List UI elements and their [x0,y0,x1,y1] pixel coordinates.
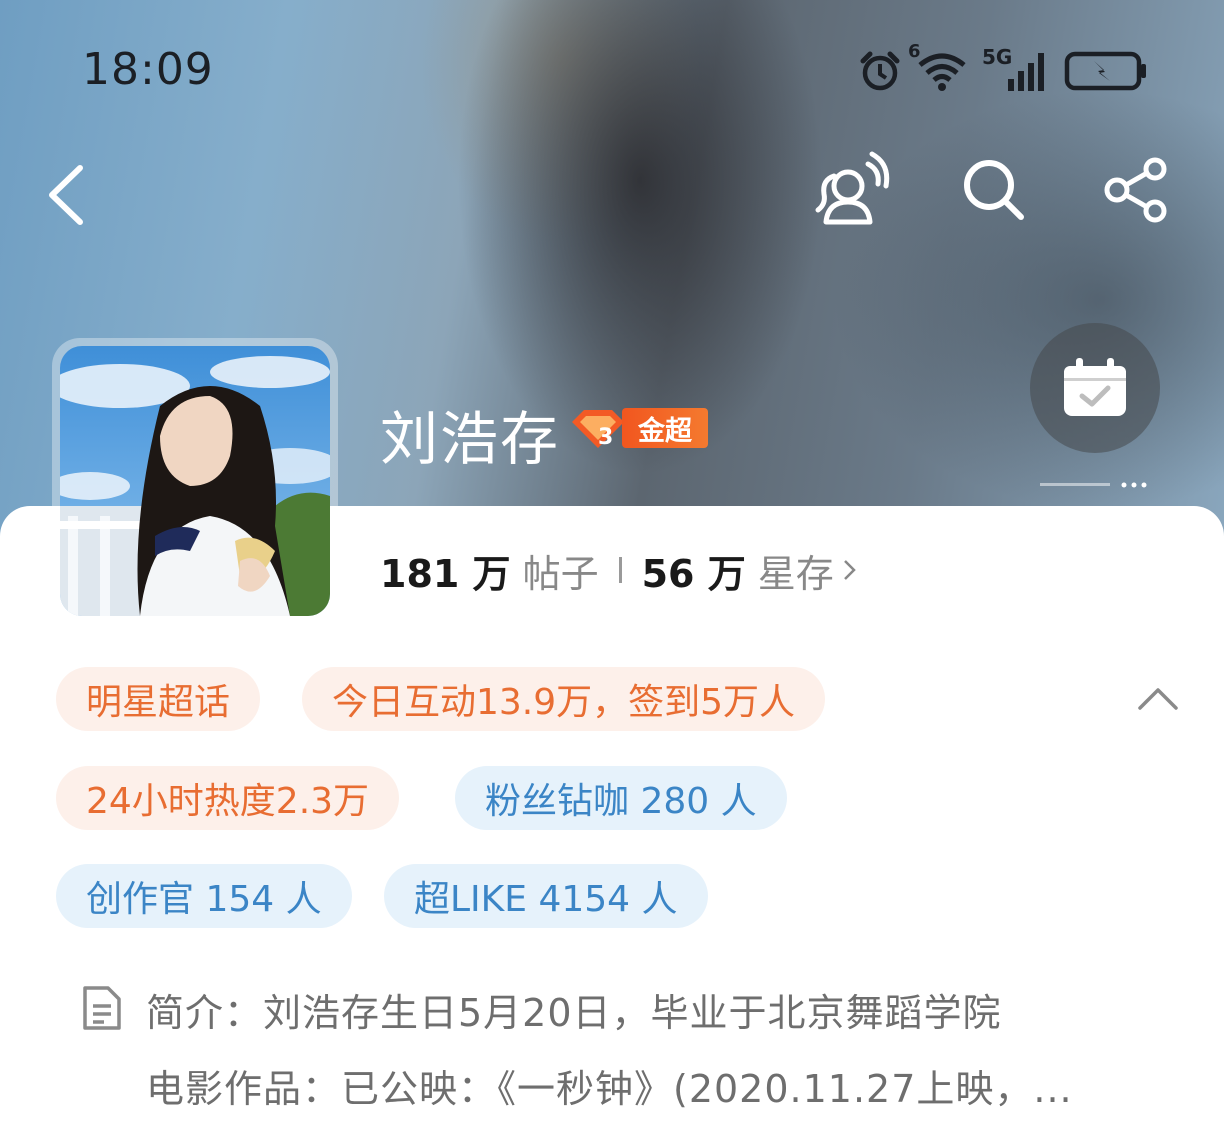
more-indicator-icon [1040,482,1147,488]
avatar-image [60,346,330,616]
tag-fan-diamond[interactable]: 粉丝钻咖 280 人 [455,766,787,830]
checkin-button[interactable] [1030,323,1160,453]
battery-charging-icon [1064,49,1148,93]
badge-label: 金超 [622,408,708,448]
wifi-label: 6 [908,41,921,62]
fans-button[interactable] [814,150,890,230]
topic-stats[interactable]: 181 万 帖子 56 万 星存 [380,545,860,596]
tag-creator[interactable]: 创作官 154 人 [56,864,352,928]
topic-title: 刘浩存 [380,405,561,473]
tag-star-topic[interactable]: 明星超话 [56,667,261,731]
chevron-right-icon [843,560,856,580]
intro-line-1: 简介：刘浩存生日5月20日，毕业于北京舞蹈学院 [146,991,1002,1035]
diamond-icon: 3 [572,410,624,450]
fans-icon [815,151,890,225]
tag-daily-interaction[interactable]: 今日互动13.9万，签到5万人 [302,667,826,731]
posts-count: 181 万 [380,551,511,596]
network-label: 5G [982,45,1013,69]
topic-avatar[interactable] [52,338,338,624]
share-icon [1104,157,1167,223]
document-icon [83,986,121,1030]
wifi-icon: 6 [908,41,970,93]
back-icon [49,165,83,225]
status-time: 18:09 [82,44,214,95]
stats-divider [618,557,622,583]
fans-label: 星存 [757,551,834,596]
tag-super-like[interactable]: 超LIKE 4154 人 [384,864,708,928]
tag-24h-heat[interactable]: 24小时热度2.3万 [56,766,400,830]
badge-level: 3 [598,425,613,450]
back-button[interactable] [38,160,98,230]
share-button[interactable] [1098,150,1174,230]
super-topic-badge[interactable]: 3 金超 [568,404,710,452]
chevron-up-icon[interactable] [1134,680,1182,716]
calendar-check-icon [1064,358,1126,416]
status-icons: 6 5G [858,41,1148,96]
nav-actions [814,150,1174,230]
posts-label: 帖子 [522,551,599,596]
signal-5g-icon: 5G [982,45,1052,93]
search-button[interactable] [956,150,1032,230]
search-icon [964,160,1024,220]
fans-count: 56 万 [641,551,746,596]
intro-line-2[interactable]: 电影作品：已公映：《一秒钟》(2020.11.27上映，... [146,1058,1073,1113]
alarm-icon [858,49,902,93]
